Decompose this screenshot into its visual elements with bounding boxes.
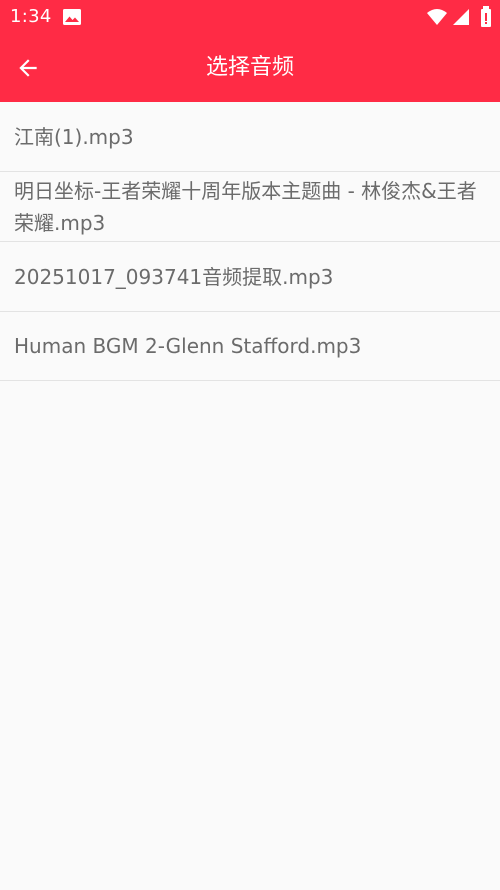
signal-icon — [453, 9, 469, 25]
arrow-left-icon — [19, 59, 37, 77]
audio-file-item[interactable]: 20251017_093741音频提取.mp3 — [0, 242, 500, 312]
audio-file-name: 明日坐标-王者荣耀十周年版本主题曲 - 林俊杰&王者荣耀.mp3 — [14, 178, 477, 235]
audio-file-item[interactable]: 明日坐标-王者荣耀十周年版本主题曲 - 林俊杰&王者荣耀.mp3 — [0, 172, 500, 242]
status-bar: 1:34 — [0, 0, 500, 34]
gallery-icon — [63, 9, 81, 25]
page-title: 选择音频 — [205, 55, 294, 80]
battery-icon — [481, 6, 491, 27]
audio-file-item[interactable]: 江南(1).mp3 — [0, 102, 500, 172]
audio-file-name: 20251017_093741音频提取.mp3 — [14, 264, 334, 289]
toolbar: 选择音频 — [0, 34, 500, 102]
audio-file-name: Human BGM 2-Glenn Stafford.mp3 — [14, 334, 362, 358]
back-button[interactable] — [8, 48, 48, 88]
audio-file-list: 江南(1).mp3 明日坐标-王者荣耀十周年版本主题曲 - 林俊杰&王者荣耀.m… — [0, 102, 500, 381]
audio-file-name: 江南(1).mp3 — [14, 124, 134, 149]
app-bar: 1:34 选择音频 — [0, 0, 500, 102]
status-time: 1:34 — [10, 6, 52, 27]
audio-file-item[interactable]: Human BGM 2-Glenn Stafford.mp3 — [0, 312, 500, 381]
wifi-icon — [427, 9, 447, 25]
